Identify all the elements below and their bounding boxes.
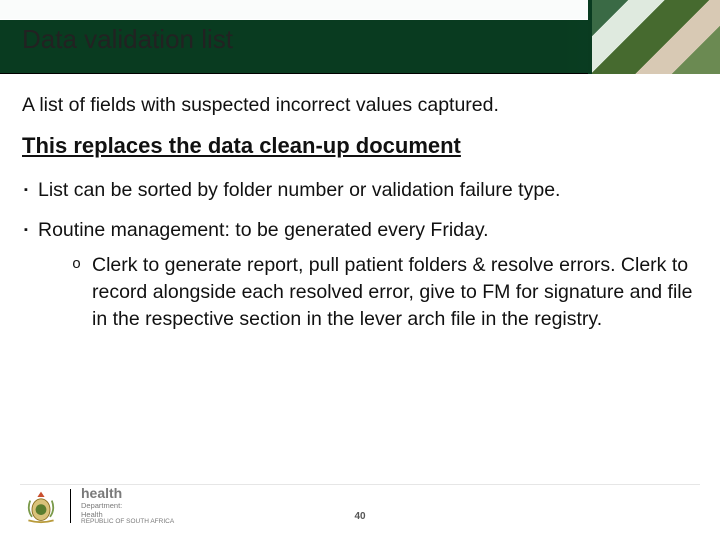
list-item: List can be sorted by folder number or v… bbox=[24, 177, 698, 203]
intro-text: A list of fields with suspected incorrec… bbox=[22, 94, 698, 117]
sub-list: Clerk to generate report, pull patient f… bbox=[38, 252, 698, 334]
dept-sub1: Department: bbox=[81, 502, 174, 510]
list-item-text: Routine management: to be generated ever… bbox=[38, 219, 489, 241]
list-item: Routine management: to be generated ever… bbox=[24, 217, 698, 333]
coat-of-arms-icon bbox=[20, 487, 62, 525]
slide: Data validation list A list of fields wi… bbox=[0, 0, 720, 540]
bullet-list: List can be sorted by folder number or v… bbox=[22, 177, 698, 334]
slide-title: Data validation list bbox=[22, 24, 233, 55]
dept-sub3: REPUBLIC OF SOUTH AFRICA bbox=[81, 519, 174, 526]
list-item-text: Clerk to generate report, pull patient f… bbox=[92, 254, 692, 331]
page-number: 40 bbox=[354, 511, 365, 522]
department-block: health Department: Health REPUBLIC OF SO… bbox=[70, 489, 174, 523]
title-bar: Data validation list bbox=[0, 0, 720, 74]
list-item-text: List can be sorted by folder number or v… bbox=[38, 179, 560, 201]
dept-name: health bbox=[81, 486, 174, 500]
slide-body: A list of fields with suspected incorrec… bbox=[0, 74, 720, 334]
replaces-heading: This replaces the data clean-up document bbox=[22, 133, 698, 159]
list-item: Clerk to generate report, pull patient f… bbox=[72, 252, 698, 334]
header-photo bbox=[588, 0, 720, 74]
